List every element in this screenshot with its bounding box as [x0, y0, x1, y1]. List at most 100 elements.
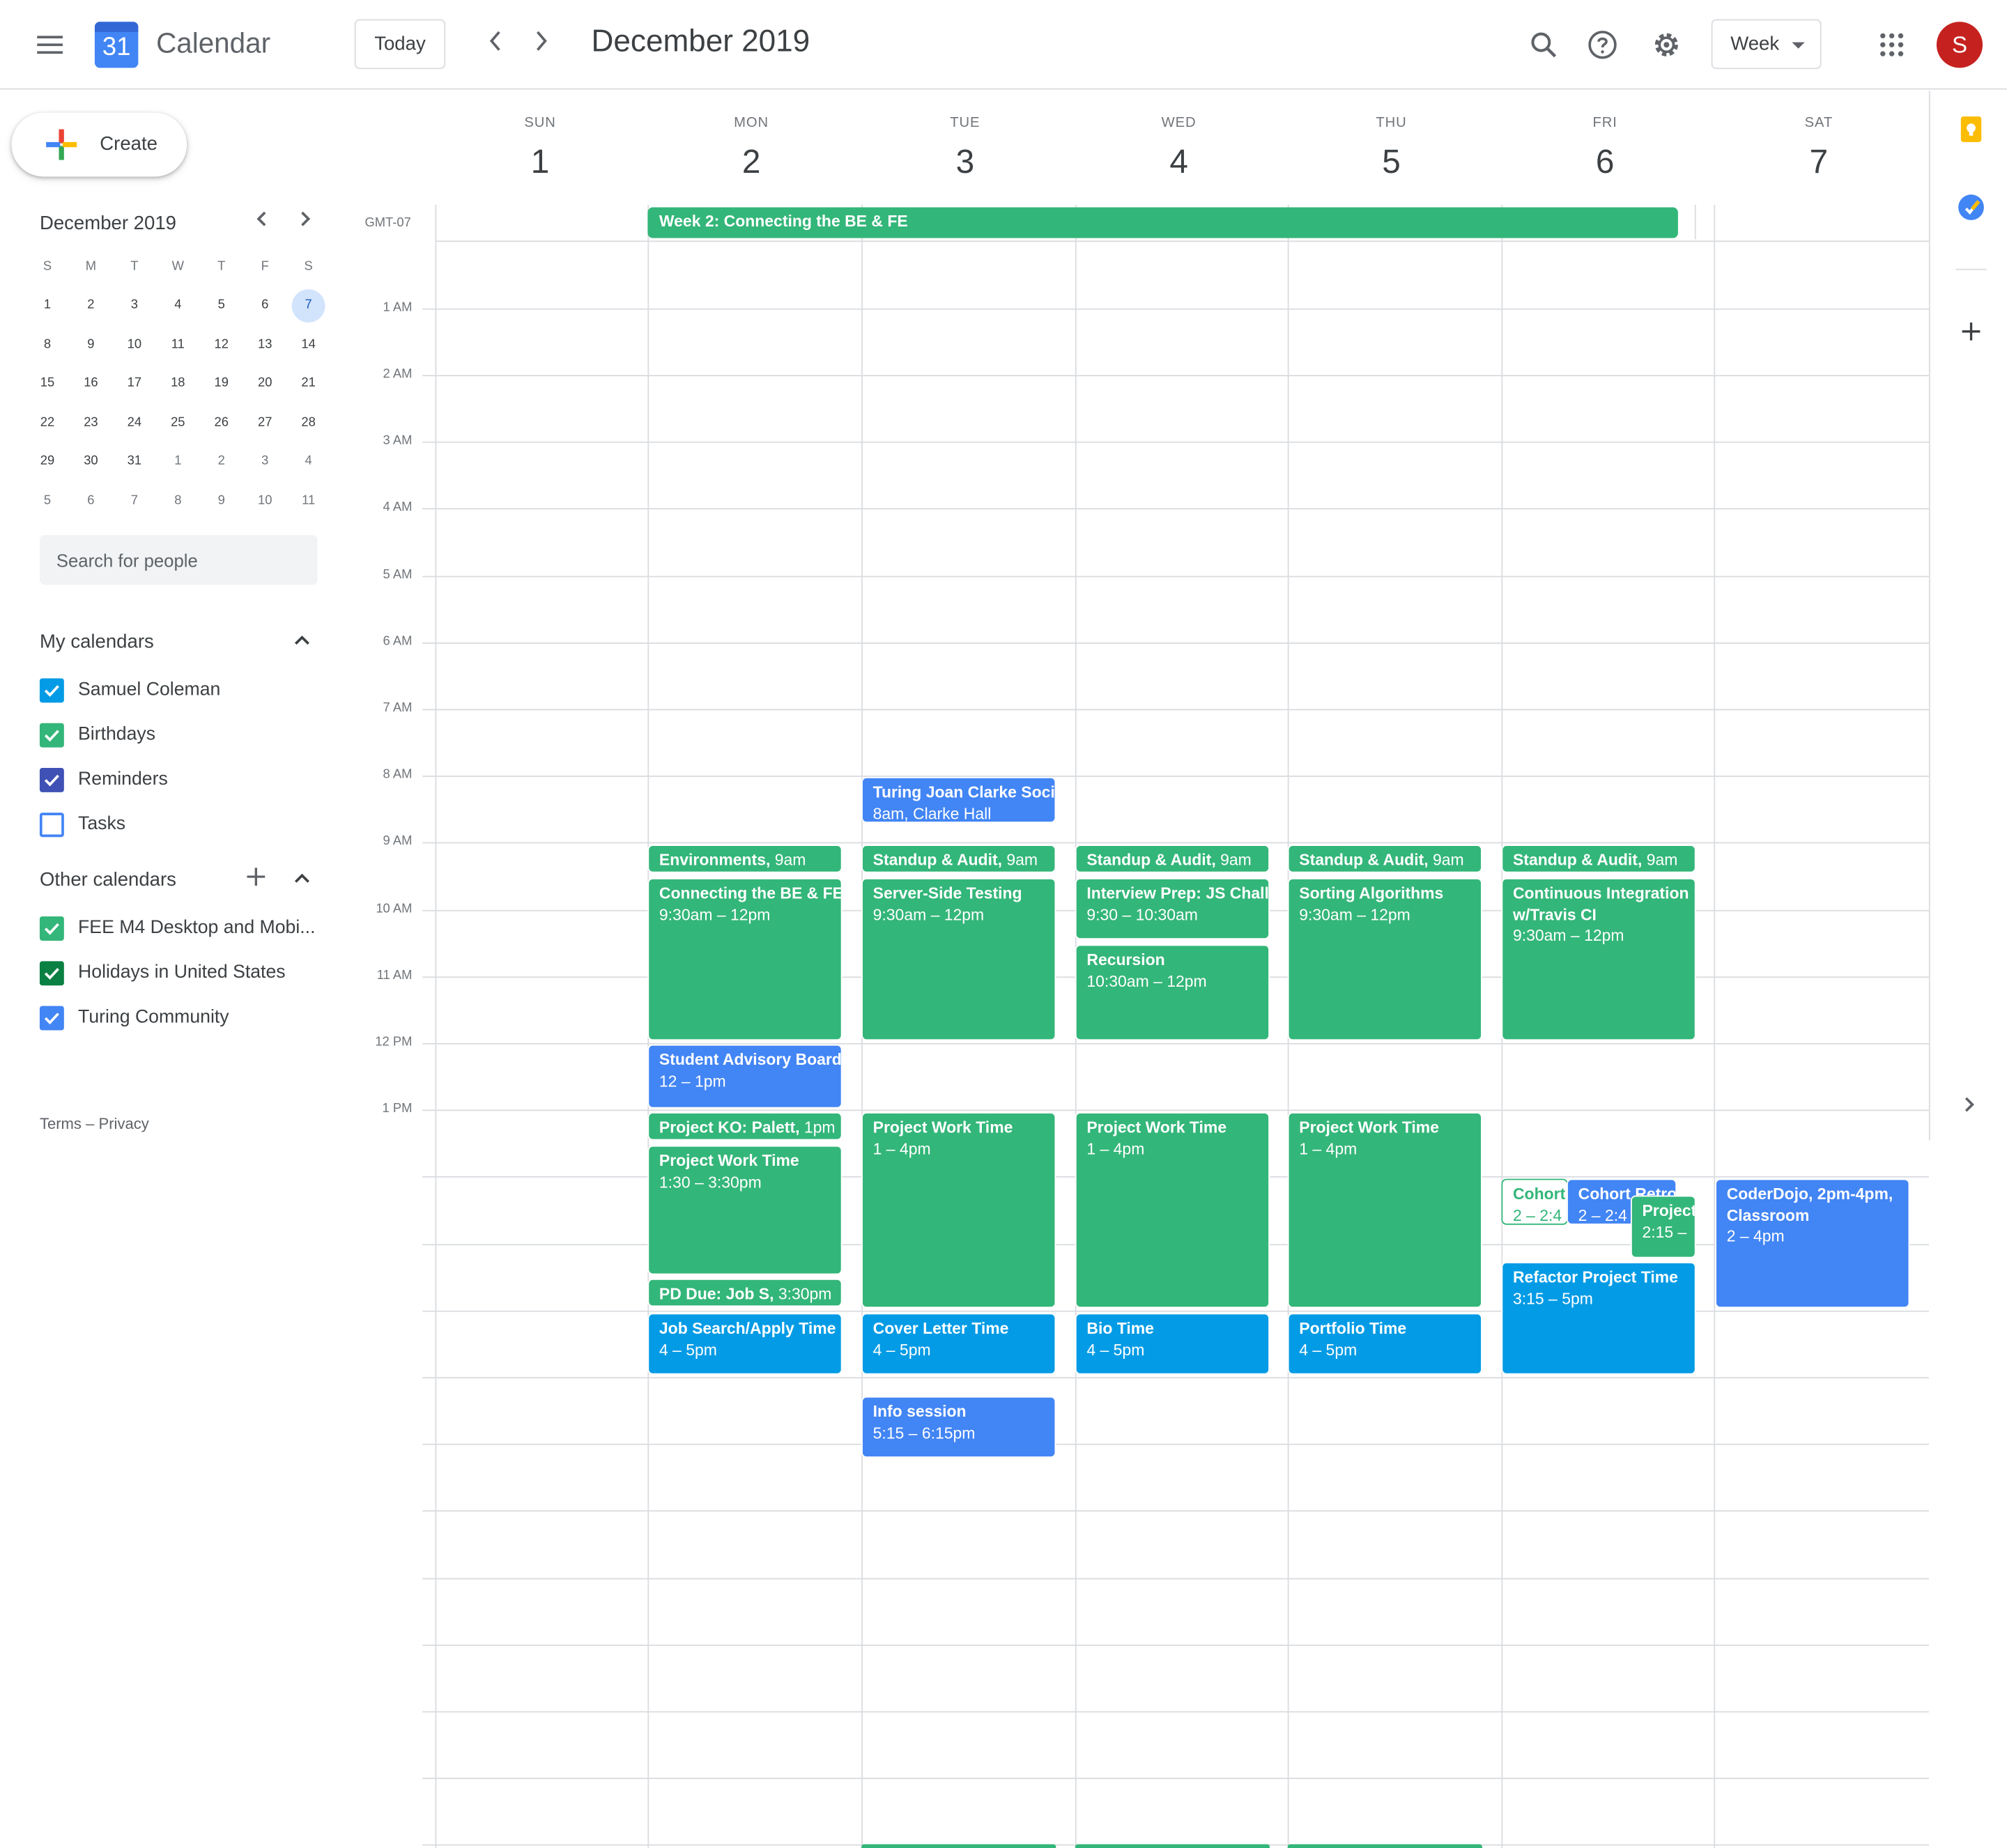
calendar-event[interactable]: Server-Side Testing 9:30am – 12pm	[861, 877, 1056, 1041]
mini-day[interactable]: 11	[286, 494, 330, 508]
create-button[interactable]: Create	[12, 113, 187, 177]
calendar-event[interactable]: Connecting the BE & FE 9:30am – 12pm	[647, 877, 843, 1041]
mini-day[interactable]: 19	[200, 376, 243, 390]
mini-day[interactable]: 2	[200, 454, 243, 468]
next-week-icon[interactable]	[532, 28, 551, 61]
calendar-checkbox[interactable]	[39, 960, 64, 985]
day-header[interactable]: TUE 3	[859, 115, 1071, 182]
calendar-event[interactable]: Cohort 2 – 2:4	[1501, 1178, 1568, 1225]
calendar-item[interactable]: Samuel Coleman	[39, 677, 220, 703]
privacy-link[interactable]: Privacy	[99, 1115, 149, 1133]
mini-day[interactable]: 7	[286, 288, 330, 323]
add-icon[interactable]	[1946, 306, 1997, 357]
calendar-event[interactable]: Standup & Audit, 9am	[1075, 845, 1270, 873]
calendar-event[interactable]: Standup & Audit, 9am	[861, 845, 1056, 873]
calendar-item[interactable]: Birthdays	[39, 722, 155, 748]
today-button[interactable]: Today	[354, 19, 446, 70]
mini-day[interactable]: 10	[243, 494, 286, 508]
calendar-event[interactable]: Info session 5:15 – 6:15pm	[861, 1396, 1056, 1458]
calendar-event[interactable]: Student Advisory Board 12 – 1pm	[647, 1044, 843, 1109]
mini-day[interactable]: 10	[113, 337, 156, 351]
event-continuation[interactable]	[1287, 1844, 1482, 1848]
mini-day[interactable]: 20	[243, 376, 286, 390]
mini-previous-month-icon[interactable]	[255, 208, 270, 236]
calendar-event[interactable]: Continuous Integration w/Travis CI 9:30am …	[1501, 877, 1696, 1041]
mini-day[interactable]: 6	[243, 298, 286, 312]
calendar-checkbox[interactable]	[39, 677, 64, 702]
apps-icon[interactable]	[1866, 20, 1917, 70]
calendar-event[interactable]: CoderDojo, 2pm-4pm, Classroom 2 – 4pm	[1715, 1178, 1910, 1309]
calendar-item[interactable]: FEE M4 Desktop and Mobi...	[39, 915, 315, 941]
mini-day[interactable]: 12	[200, 337, 243, 351]
calendar-event[interactable]: Project KO: Palett, 1pm	[647, 1112, 843, 1141]
day-header[interactable]: SAT 7	[1713, 115, 1925, 182]
mini-day[interactable]: 26	[200, 415, 243, 429]
day-header[interactable]: FRI 6	[1499, 115, 1712, 182]
mini-day[interactable]: 8	[26, 337, 69, 351]
calendar-event[interactable]: Sorting Algorithms 9:30am – 12pm	[1287, 877, 1482, 1041]
calendar-checkbox[interactable]	[39, 722, 64, 747]
calendar-event[interactable]: Project Work Time 1 – 4pm	[861, 1112, 1056, 1309]
mini-day[interactable]: 30	[69, 454, 112, 468]
day-number[interactable]: 1	[434, 142, 647, 182]
collapse-my-calendars-icon[interactable]	[293, 631, 312, 652]
calendar-event[interactable]: Refactor Project Time 3:15 – 5pm	[1501, 1261, 1696, 1375]
add-other-calendar-icon[interactable]	[246, 866, 266, 891]
day-header[interactable]: SUN 1	[434, 115, 647, 182]
mini-day[interactable]: 23	[69, 415, 112, 429]
event-continuation[interactable]	[1075, 1844, 1270, 1848]
settings-icon[interactable]	[1641, 20, 1692, 70]
calendar-checkbox[interactable]	[39, 767, 64, 792]
previous-week-icon[interactable]	[486, 28, 505, 61]
mini-day[interactable]: 29	[26, 454, 69, 468]
mini-day[interactable]: 5	[26, 494, 69, 508]
mini-next-month-icon[interactable]	[297, 208, 312, 236]
mini-day[interactable]: 24	[113, 415, 156, 429]
mini-day[interactable]: 28	[286, 415, 330, 429]
day-header[interactable]: WED 4	[1072, 115, 1285, 182]
menu-icon[interactable]	[24, 20, 75, 70]
mini-day[interactable]: 1	[26, 298, 69, 312]
avatar[interactable]: S	[1936, 22, 1983, 68]
mini-day[interactable]: 7	[113, 494, 156, 508]
calendar-event[interactable]: Turing Joan Clarke Soci 8am, Clarke Hall	[861, 776, 1056, 823]
day-header[interactable]: MON 2	[645, 115, 858, 182]
calendar-item[interactable]: Tasks	[39, 811, 125, 837]
mini-day[interactable]: 9	[69, 337, 112, 351]
mini-day[interactable]: 18	[156, 376, 199, 390]
terms-link[interactable]: Terms	[40, 1115, 82, 1133]
mini-day[interactable]: 4	[156, 298, 199, 312]
mini-day[interactable]: 5	[200, 298, 243, 312]
keep-icon[interactable]	[1946, 104, 1997, 155]
calendar-event[interactable]: Project Work Time 1:30 – 3:30pm	[647, 1145, 843, 1275]
calendar-event[interactable]: Standup & Audit, 9am	[1287, 845, 1482, 873]
calendar-event[interactable]: Portfolio Time 4 – 5pm	[1287, 1313, 1482, 1375]
calendar-event[interactable]: Project 2:15 –	[1630, 1195, 1696, 1258]
mini-day[interactable]: 11	[156, 337, 199, 351]
collapse-other-calendars-icon[interactable]	[293, 869, 312, 891]
expand-icon[interactable]	[1943, 1079, 1994, 1130]
view-selector[interactable]: Week	[1711, 19, 1822, 70]
calendar-item[interactable]: Reminders	[39, 767, 168, 792]
calendar-event[interactable]: Bio Time 4 – 5pm	[1075, 1313, 1270, 1375]
calendar-event[interactable]: Environments, 9am	[647, 845, 843, 873]
help-icon[interactable]	[1577, 20, 1628, 70]
other-calendars-header[interactable]: Other calendars	[40, 869, 176, 891]
day-number[interactable]: 6	[1499, 142, 1712, 182]
mini-day[interactable]: 22	[26, 415, 69, 429]
calendar-event[interactable]: Job Search/Apply Time 4 – 5pm	[647, 1313, 843, 1375]
calendar-item[interactable]: Turing Community	[39, 1005, 229, 1031]
mini-day[interactable]: 15	[26, 376, 69, 390]
mini-day[interactable]: 9	[200, 494, 243, 508]
tasks-icon[interactable]	[1946, 182, 1997, 233]
calendar-event[interactable]: PD Due: Job S, 3:30pm	[647, 1278, 843, 1307]
day-number[interactable]: 2	[645, 142, 858, 182]
mini-day[interactable]: 31	[113, 454, 156, 468]
calendar-checkbox[interactable]	[39, 916, 64, 941]
mini-day[interactable]: 21	[286, 376, 330, 390]
mini-day[interactable]: 25	[156, 415, 199, 429]
day-number[interactable]: 7	[1713, 142, 1925, 182]
mini-day[interactable]: 17	[113, 376, 156, 390]
mini-day[interactable]: 16	[69, 376, 112, 390]
mini-day[interactable]: 27	[243, 415, 286, 429]
